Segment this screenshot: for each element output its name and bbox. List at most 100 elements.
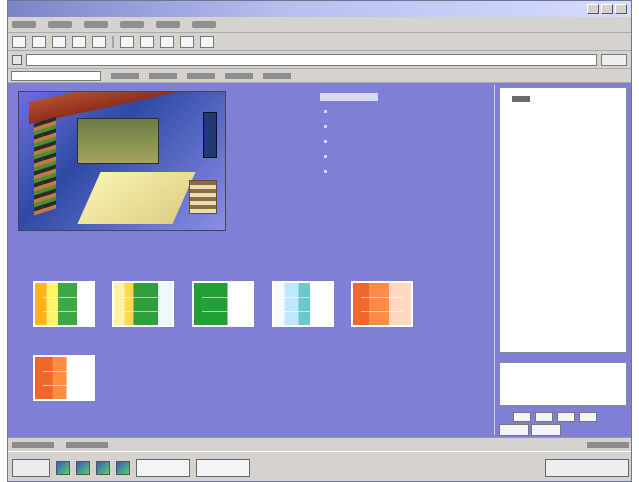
thumbnail-2[interactable]: [112, 281, 174, 327]
sidebar-link-group-4[interactable]: [506, 202, 622, 220]
browser-window: [7, 0, 632, 482]
close-button[interactable]: [615, 4, 627, 14]
sidebar-link-line[interactable]: [506, 241, 622, 250]
links-item-2[interactable]: [149, 72, 177, 79]
sidebar-link-line[interactable]: [506, 142, 622, 151]
sidebar-button-1[interactable]: [513, 412, 531, 422]
print-button[interactable]: [200, 35, 214, 48]
bullet-icon: [324, 124, 327, 128]
sidebar-text-area[interactable]: [499, 362, 627, 406]
history-button[interactable]: [160, 35, 174, 48]
center-link-item-1[interactable]: [324, 107, 331, 115]
menu-item-favorites[interactable]: [120, 21, 144, 28]
center-link-list: [324, 107, 331, 182]
sidebar-button-2[interactable]: [535, 412, 553, 422]
bullet-icon: [324, 139, 327, 143]
window-controls: [587, 4, 627, 14]
refresh-button[interactable]: [72, 35, 86, 48]
sidebar-text-line: [506, 334, 622, 343]
sidebar-link-line[interactable]: [506, 121, 622, 130]
menu-item-file[interactable]: [12, 21, 36, 28]
sidebar-text-line: [506, 325, 622, 334]
status-block-2: [66, 441, 108, 448]
sidebar-link-group-5[interactable]: [506, 232, 622, 250]
thumbnail-1[interactable]: [33, 281, 95, 327]
page-icon: [12, 54, 22, 65]
window-titlebar: [8, 1, 631, 17]
sidebar-link-list: [506, 112, 622, 262]
sidebar-link-line[interactable]: [506, 181, 622, 190]
bullet-icon: [324, 169, 327, 173]
taskbar-icon-3[interactable]: [96, 460, 110, 475]
go-button[interactable]: [601, 53, 627, 66]
sidebar-link-group-2[interactable]: [506, 142, 622, 160]
bullet-icon: [324, 154, 327, 158]
links-bar: [8, 69, 631, 83]
thumbnail-5[interactable]: [351, 281, 413, 327]
sidebar-button-3[interactable]: [557, 412, 575, 422]
sidebar-button-4[interactable]: [579, 412, 597, 422]
menu-item-tools[interactable]: [156, 21, 180, 28]
system-tray[interactable]: [545, 458, 629, 477]
center-link-item-4[interactable]: [324, 152, 331, 160]
taskbar-icon-4[interactable]: [116, 460, 130, 475]
sidebar-link-line[interactable]: [506, 151, 622, 160]
search-button[interactable]: [120, 35, 134, 48]
room-shelf: [34, 116, 56, 216]
sidebar-link-line[interactable]: [506, 112, 622, 121]
sidebar-button-row: [513, 412, 597, 422]
start-button[interactable]: [12, 458, 50, 477]
sidebar-link-line[interactable]: [506, 232, 622, 241]
sidebar-link-group-1[interactable]: [506, 112, 622, 130]
sidebar-text-line: [506, 280, 622, 289]
sidebar-text-line: [506, 307, 622, 316]
taskbar-icon-1[interactable]: [56, 460, 70, 475]
toolbar-separator: [112, 35, 114, 48]
taskbar-icon-2[interactable]: [76, 460, 90, 475]
sidebar-text-line: [506, 316, 622, 325]
links-item-3[interactable]: [187, 72, 215, 79]
forward-button[interactable]: [32, 35, 46, 48]
thumbnail-4[interactable]: [272, 281, 334, 327]
minimize-button[interactable]: [587, 4, 599, 14]
status-block-1: [12, 441, 54, 448]
status-bar: [8, 437, 631, 451]
sidebar-action-row: [499, 424, 561, 436]
room-center: [77, 118, 159, 164]
status-block-3: [587, 441, 629, 448]
maximize-button[interactable]: [601, 4, 613, 14]
sidebar-action-1[interactable]: [499, 424, 529, 436]
sidebar-link-line[interactable]: [506, 172, 622, 181]
sidebar-heading-block: [512, 96, 530, 102]
room-right-shelf: [189, 180, 217, 214]
thumbnail-3[interactable]: [192, 281, 254, 327]
center-link-item-2[interactable]: [324, 122, 331, 130]
menu-item-help[interactable]: [192, 21, 216, 28]
sidebar-link-line[interactable]: [506, 211, 622, 220]
room-pillar: [203, 112, 217, 158]
bullet-icon: [324, 109, 327, 113]
sidebar-link-line[interactable]: [506, 202, 622, 211]
page-content: [8, 83, 631, 437]
taskbar-window-1[interactable]: [136, 458, 190, 477]
links-item-1[interactable]: [111, 72, 139, 79]
center-link-item-5[interactable]: [324, 167, 331, 175]
address-input[interactable]: [26, 53, 597, 66]
menu-item-edit[interactable]: [48, 21, 72, 28]
home-button[interactable]: [92, 35, 106, 48]
thumbnail-6[interactable]: [33, 355, 95, 401]
links-item-5[interactable]: [263, 72, 291, 79]
mail-button[interactable]: [180, 35, 194, 48]
stop-button[interactable]: [52, 35, 66, 48]
center-heading-block: [320, 93, 378, 101]
sidebar-text-line: [506, 298, 622, 307]
center-link-item-3[interactable]: [324, 137, 331, 145]
taskbar-window-2[interactable]: [196, 458, 250, 477]
sidebar-link-group-3[interactable]: [506, 172, 622, 190]
links-item-4[interactable]: [225, 72, 253, 79]
links-input[interactable]: [11, 70, 101, 81]
sidebar-action-2[interactable]: [531, 424, 561, 436]
favorites-button[interactable]: [140, 35, 154, 48]
menu-item-view[interactable]: [84, 21, 108, 28]
back-button[interactable]: [12, 35, 26, 48]
